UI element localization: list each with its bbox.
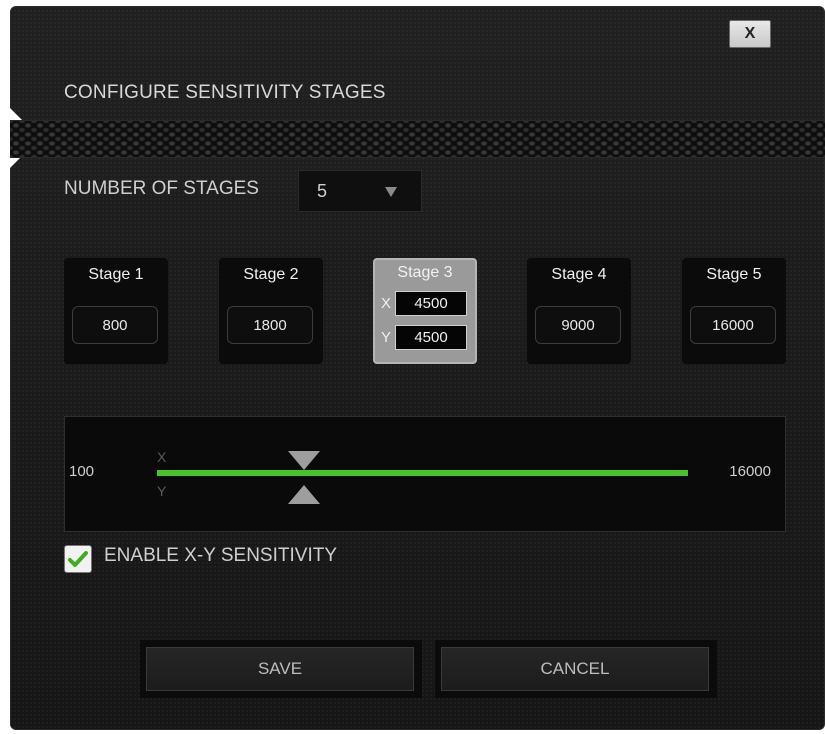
- slider-min-label: 100: [69, 463, 95, 480]
- stage-4-dpi-input[interactable]: 9000: [535, 306, 621, 344]
- stage-4-card[interactable]: Stage 4 9000: [527, 258, 631, 364]
- cancel-button[interactable]: CANCEL: [441, 647, 709, 691]
- number-of-stages-dropdown[interactable]: 5: [298, 170, 422, 212]
- save-button-frame: SAVE: [140, 640, 422, 698]
- decorative-mesh-band: [10, 120, 825, 158]
- stage-2-dpi-input[interactable]: 1800: [227, 306, 313, 344]
- cancel-button-frame: CANCEL: [435, 640, 717, 698]
- stage-1-label: Stage 1: [88, 266, 144, 283]
- close-button[interactable]: X: [729, 20, 771, 48]
- stage-2-card[interactable]: Stage 2 1800: [219, 258, 323, 364]
- slider-x-axis-label: X: [157, 449, 167, 465]
- slider-y-axis-label: Y: [157, 483, 167, 499]
- x-sensitivity-slider-handle[interactable]: [287, 451, 320, 470]
- stage-3-label: Stage 3: [397, 264, 453, 281]
- stage-3-x-row: X 4500: [381, 290, 469, 317]
- stage-5-label: Stage 5: [706, 266, 762, 283]
- stage-5-card[interactable]: Stage 5 16000: [682, 258, 786, 364]
- stage-3-x-axis-label: X: [381, 295, 392, 312]
- stage-1-dpi-input[interactable]: 800: [72, 306, 158, 344]
- stage-3-y-dpi-input[interactable]: 4500: [395, 325, 467, 350]
- stage-3-card[interactable]: Stage 3 X 4500 Y 4500: [373, 258, 477, 364]
- stage-2-label: Stage 2: [243, 266, 299, 283]
- chevron-down-icon: [385, 187, 397, 197]
- save-button[interactable]: SAVE: [146, 647, 414, 691]
- sensitivity-slider-track[interactable]: [157, 470, 688, 476]
- y-sensitivity-slider-handle[interactable]: [287, 485, 320, 504]
- enable-xy-sensitivity-label: ENABLE X-Y SENSITIVITY: [104, 545, 338, 566]
- number-of-stages-label: NUMBER OF STAGES: [64, 178, 259, 199]
- checkmark-icon: [68, 551, 88, 567]
- slider-max-label: 16000: [729, 463, 771, 480]
- enable-xy-sensitivity-checkbox[interactable]: [64, 545, 92, 573]
- stage-3-y-row: Y 4500: [381, 324, 469, 351]
- stage-3-x-dpi-input[interactable]: 4500: [395, 291, 467, 316]
- number-of-stages-value: 5: [317, 180, 328, 201]
- stage-5-dpi-input[interactable]: 16000: [690, 306, 776, 344]
- stage-3-y-axis-label: Y: [381, 329, 392, 346]
- sensitivity-slider-panel: 100 X Y 16000: [64, 416, 786, 532]
- sensitivity-dialog: [10, 6, 825, 730]
- stage-4-label: Stage 4: [551, 266, 607, 283]
- stage-1-card[interactable]: Stage 1 800: [64, 258, 168, 364]
- dialog-title: CONFIGURE SENSITIVITY STAGES: [64, 82, 386, 103]
